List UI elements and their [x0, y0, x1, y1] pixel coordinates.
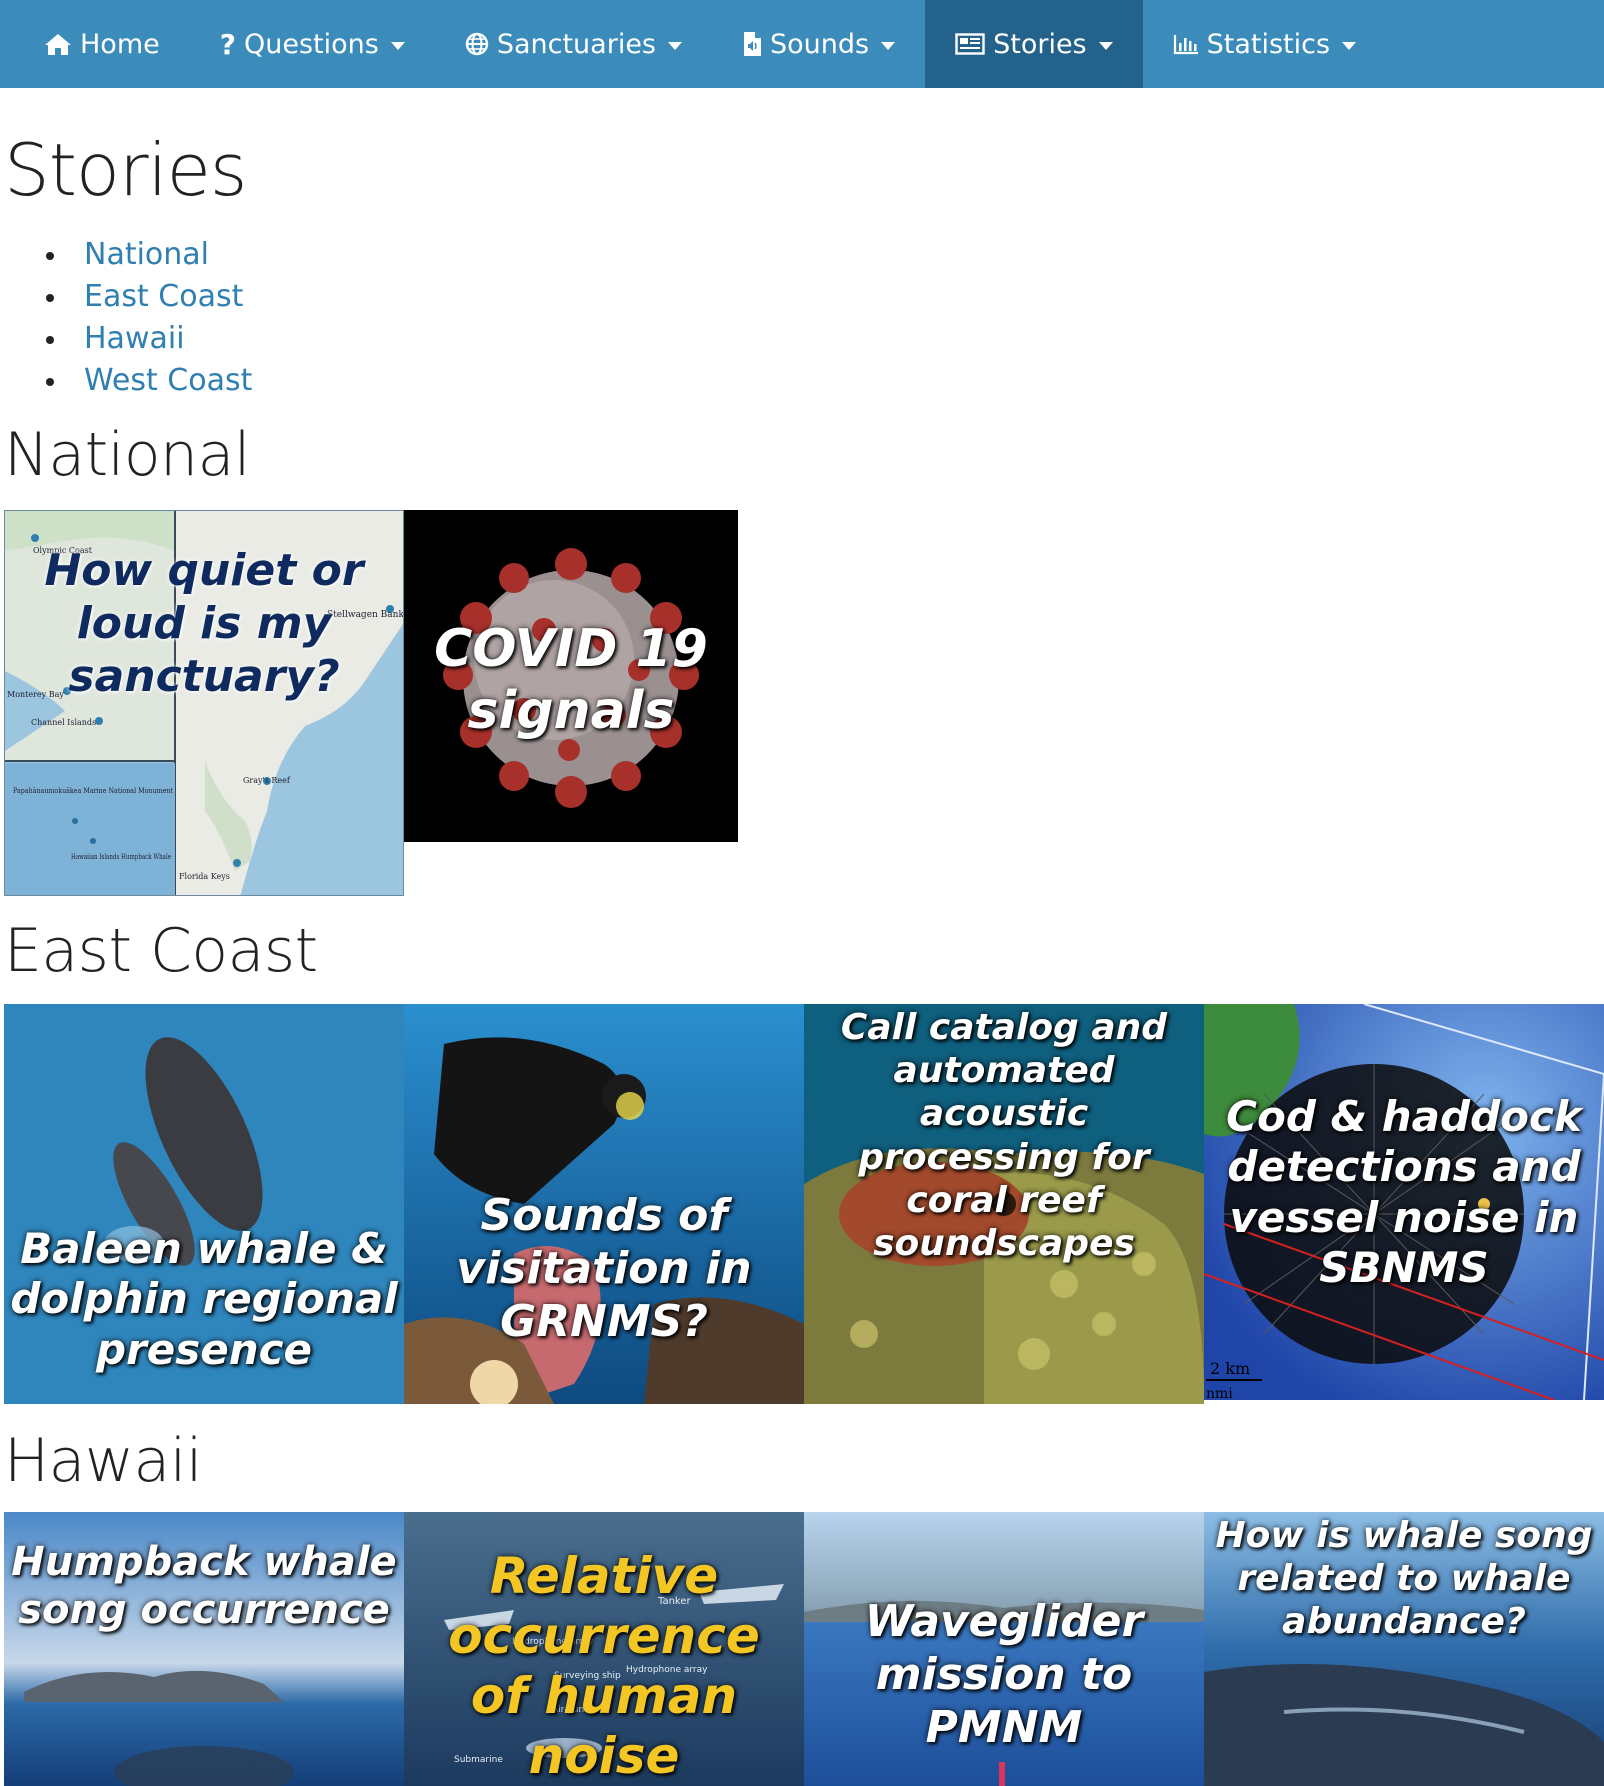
scale-label-nmi: nmi [1206, 1386, 1233, 1400]
toc-link-hawaii[interactable]: Hawaii [84, 318, 185, 360]
nav-sounds[interactable]: Sounds [712, 0, 925, 88]
nav-home-label: Home [80, 28, 160, 60]
nav-questions-label: Questions [243, 28, 379, 60]
toc-link-east-coast[interactable]: East Coast [84, 276, 243, 318]
section-heading-national: National [4, 420, 251, 490]
map-label-florida: Florida Keys [179, 872, 230, 881]
story-tile-coral-reef[interactable]: Call catalog and automated acoustic proc… [804, 1004, 1204, 1404]
nav-sanctuaries-label: Sanctuaries [496, 28, 656, 60]
scale-label-km: 2 km [1210, 1359, 1250, 1378]
toc-link-national[interactable]: National [84, 234, 209, 276]
tile-caption: Cod & haddock detections and vessel nois… [1226, 1092, 1582, 1293]
tile-caption: Call catalog and automated acoustic proc… [840, 1007, 1168, 1264]
toc-link-west-coast[interactable]: West Coast [84, 360, 252, 402]
story-tile-covid[interactable]: COVID 19 signals [404, 510, 738, 842]
nav-statistics-label: Statistics [1206, 28, 1331, 60]
story-tile-whale-abundance[interactable]: How is whale song related to whale abund… [1204, 1512, 1604, 1786]
nav-sounds-label: Sounds [770, 28, 870, 60]
chevron-down-icon [1098, 42, 1113, 50]
story-tile-waveglider[interactable]: Waveglider mission to PMNM [804, 1512, 1204, 1786]
map-label-channel: Channel Islands [31, 718, 96, 727]
section-heading-east-coast: East Coast [4, 916, 318, 986]
tile-caption: Waveglider mission to PMNM [864, 1596, 1144, 1753]
chevron-down-icon [668, 42, 682, 50]
chevron-down-icon [390, 42, 405, 50]
question-icon: ? [219, 27, 236, 61]
tile-caption: Relative occurrence of human noise [448, 1547, 760, 1785]
story-tile-humpback-song[interactable]: Humpback whale song occurrence [4, 1512, 404, 1786]
nav-questions[interactable]: ? Questions [190, 0, 435, 88]
map-label-grays: Gray's Reef [243, 776, 291, 785]
tile-caption: COVID 19 signals [434, 619, 708, 742]
globe-icon [465, 32, 489, 56]
newspaper-icon [955, 33, 985, 55]
story-tile-cod-haddock[interactable]: 2 km nmi Cod & haddock detections and ve… [1204, 1004, 1604, 1400]
story-tile-human-noise[interactable]: Tanker Hydrophone array Surveying ship H… [404, 1512, 804, 1786]
nav-statistics[interactable]: Statistics [1143, 0, 1386, 88]
map-label-humpback: Hawaiian Islands Humpback Whale [71, 853, 171, 861]
tile-caption: Sounds of visitation in GRNMS? [456, 1190, 752, 1347]
story-tile-baleen-whale[interactable]: Baleen whale & dolphin regional presence [4, 1004, 404, 1404]
top-navbar: Home ? Questions Sanctuaries Sounds Stor… [0, 0, 1604, 88]
section-heading-hawaii: Hawaii [4, 1426, 203, 1496]
chevron-down-icon [1342, 42, 1357, 50]
tile-caption: Baleen whale & dolphin regional presence [10, 1224, 398, 1374]
nav-stories-label: Stories [993, 28, 1087, 60]
tile-caption: How quiet or loud is my sanctuary? [44, 545, 364, 702]
nav-sanctuaries[interactable]: Sanctuaries [435, 0, 712, 88]
chevron-down-icon [881, 42, 896, 50]
home-icon [44, 32, 72, 56]
story-tile-noise-levels[interactable]: Olympic Coast Stellwagen Bank Monterey B… [4, 510, 404, 896]
map-label-papahanaumokuakea: Papahānaumokuākea Marine National Monume… [13, 787, 173, 795]
bar-chart-icon [1173, 33, 1199, 55]
story-tile-grnms-visitation[interactable]: Sounds of visitation in GRNMS? [404, 1004, 804, 1404]
audio-file-icon [742, 31, 762, 57]
page-title: Stories [4, 128, 247, 212]
tile-caption: Humpback whale song occurrence [11, 1539, 397, 1633]
nav-stories[interactable]: Stories [925, 0, 1143, 88]
tile-caption: How is whale song related to whale abund… [1215, 1515, 1593, 1643]
nav-home[interactable]: Home [14, 0, 190, 88]
